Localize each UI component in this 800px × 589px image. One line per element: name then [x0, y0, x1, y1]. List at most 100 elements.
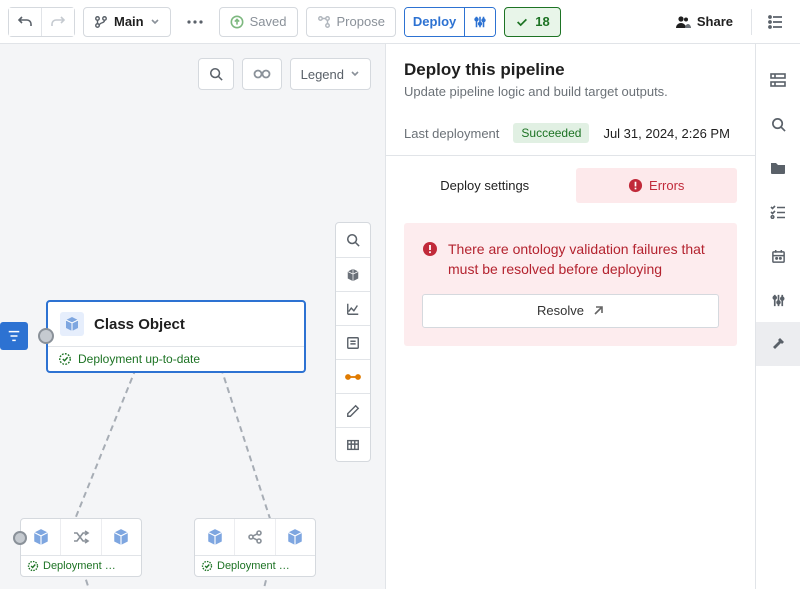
- legend-label: Legend: [301, 67, 344, 82]
- canvas-toolbar: Legend: [198, 58, 371, 90]
- tool-chart[interactable]: [336, 291, 370, 325]
- canvas-tools: [335, 222, 371, 462]
- check-icon: [515, 15, 529, 29]
- rail-schema-button[interactable]: [756, 58, 800, 102]
- cube-icon: [112, 528, 130, 546]
- schema-icon: [770, 73, 786, 87]
- top-toolbar: Main Saved Propose Deploy 18 Share: [0, 0, 800, 44]
- arrow-out-icon: [592, 305, 604, 317]
- search-icon: [209, 67, 223, 81]
- panel-subtitle: Update pipeline logic and build target o…: [404, 84, 737, 99]
- node-handle[interactable]: [13, 531, 27, 545]
- tab-label: Deploy settings: [440, 178, 529, 193]
- tool-pencil[interactable]: [336, 393, 370, 427]
- redo-button[interactable]: [41, 8, 74, 36]
- tool-connector[interactable]: [336, 359, 370, 393]
- table-icon: [346, 438, 360, 452]
- deployment-timestamp: Jul 31, 2024, 2:26 PM: [603, 126, 729, 141]
- branch-selector[interactable]: Main: [83, 7, 171, 37]
- checks-count: 18: [535, 14, 549, 29]
- undo-button[interactable]: [9, 8, 41, 36]
- deploy-settings-button[interactable]: [464, 8, 495, 36]
- redo-icon: [50, 14, 66, 30]
- sliders-icon: [771, 293, 786, 308]
- calendar-icon: [771, 249, 786, 264]
- rail-checks-button[interactable]: [756, 190, 800, 234]
- deploy-button-group: Deploy: [404, 7, 496, 37]
- rail-build-button[interactable]: [756, 322, 800, 366]
- tool-search[interactable]: [336, 223, 370, 257]
- node-class-object[interactable]: Class Object Deployment up-to-date: [46, 300, 306, 373]
- propose-label: Propose: [337, 14, 385, 29]
- tool-notes[interactable]: [336, 325, 370, 359]
- saved-indicator: Saved: [219, 7, 298, 37]
- filter-chip[interactable]: [0, 322, 28, 350]
- deploy-panel: Deploy this pipeline Update pipeline log…: [386, 44, 756, 589]
- cube-icon: [206, 528, 224, 546]
- undo-icon: [17, 14, 33, 30]
- more-button[interactable]: [179, 7, 211, 37]
- notes-icon: [346, 336, 360, 350]
- node-downstream-1[interactable]: Deployment …: [20, 518, 142, 577]
- node-handle[interactable]: [38, 328, 54, 344]
- filter-icon: [7, 329, 21, 343]
- share-label: Share: [697, 14, 733, 29]
- cube-icon: [286, 528, 304, 546]
- resolve-label: Resolve: [537, 303, 584, 318]
- upload-check-icon: [230, 15, 244, 29]
- deploy-button[interactable]: Deploy: [405, 8, 464, 36]
- propose-button[interactable]: Propose: [306, 7, 396, 37]
- undo-redo-group: [8, 7, 75, 37]
- rail-sliders-button[interactable]: [756, 278, 800, 322]
- tool-table[interactable]: [336, 427, 370, 461]
- deploy-check-icon: [58, 352, 72, 366]
- chevron-down-icon: [150, 17, 160, 27]
- search-icon: [771, 117, 786, 132]
- chevron-down-icon: [350, 69, 360, 79]
- error-icon: [422, 241, 438, 257]
- checklist-icon: [770, 205, 786, 219]
- list-icon: [768, 15, 784, 29]
- last-deployment-label: Last deployment: [404, 126, 499, 141]
- connector-icon: [345, 372, 361, 382]
- legend-button[interactable]: Legend: [290, 58, 371, 90]
- deploy-check-icon: [201, 560, 213, 572]
- ellipsis-icon: [187, 20, 203, 24]
- node-title: Class Object: [94, 316, 185, 333]
- canvas-search-button[interactable]: [198, 58, 234, 90]
- branch-label: Main: [114, 14, 144, 29]
- pipeline-canvas[interactable]: Legend: [0, 44, 386, 589]
- link-icon: [253, 69, 271, 79]
- rail-search-button[interactable]: [756, 102, 800, 146]
- error-icon: [628, 178, 643, 193]
- share-button[interactable]: Share: [665, 7, 743, 37]
- cube-icon: [64, 316, 80, 332]
- node-downstream-2[interactable]: Deployment …: [194, 518, 316, 577]
- propose-icon: [317, 15, 331, 29]
- rail-calendar-button[interactable]: [756, 234, 800, 278]
- tab-deploy-settings[interactable]: Deploy settings: [404, 168, 566, 203]
- tab-errors[interactable]: Errors: [576, 168, 738, 203]
- deploy-check-icon: [27, 560, 39, 572]
- rail-folder-button[interactable]: [756, 146, 800, 190]
- shuffle-icon: [72, 530, 90, 544]
- cube-icon: [346, 268, 360, 282]
- tool-cube[interactable]: [336, 257, 370, 291]
- node-status: Deployment up-to-date: [78, 352, 200, 366]
- node-status: Deployment …: [43, 560, 116, 572]
- people-icon: [675, 15, 691, 29]
- node-status: Deployment …: [217, 560, 290, 572]
- search-icon: [346, 233, 360, 247]
- share-nodes-icon: [247, 529, 263, 545]
- error-callout: There are ontology validation failures t…: [404, 223, 737, 346]
- folder-icon: [770, 161, 786, 175]
- resolve-button[interactable]: Resolve: [422, 294, 719, 328]
- outline-button[interactable]: [760, 7, 792, 37]
- error-message: There are ontology validation failures t…: [448, 239, 719, 280]
- saved-label: Saved: [250, 14, 287, 29]
- cube-icon: [32, 528, 50, 546]
- canvas-link-button[interactable]: [242, 58, 282, 90]
- deploy-label: Deploy: [413, 14, 456, 29]
- pencil-icon: [346, 404, 360, 418]
- checks-button[interactable]: 18: [504, 7, 560, 37]
